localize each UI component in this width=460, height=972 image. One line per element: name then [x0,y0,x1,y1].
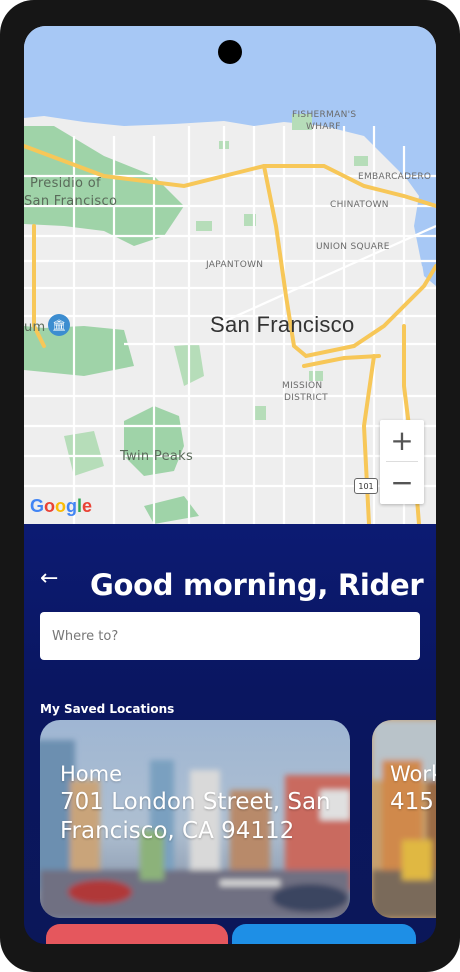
map-label-museum: um [24,320,46,335]
saved-locations-title: My Saved Locations [40,702,175,716]
front-camera [218,40,242,64]
action-button-blue[interactable] [232,924,416,944]
bottom-panel: ← Good morning, Rider My Saved Locations [24,524,436,944]
museum-pin-icon[interactable]: 🏛 [48,314,70,336]
where-to-input[interactable] [40,612,420,660]
route-shield-icon: 101 [354,478,378,494]
zoom-controls: + − [380,420,424,504]
google-logo: Google [30,496,93,516]
zoom-out-button[interactable]: − [380,462,424,502]
back-arrow-icon[interactable]: ← [40,566,58,591]
map-view[interactable]: FISHERMAN'S WHARF EMBARCADERO CHINATOWN … [24,26,436,524]
map-label-district: DISTRICT [284,393,328,403]
map-label-japantown: JAPANTOWN [206,260,264,270]
map-canvas [24,26,436,524]
map-label-chinatown: CHINATOWN [330,200,389,210]
map-label-mission: MISSION [282,381,323,391]
map-label-union-square: UNION SQUARE [316,242,390,252]
saved-location-name: Work [390,762,436,786]
map-label-wharf: WHARF [306,122,341,132]
saved-location-name: Home [60,762,123,786]
saved-location-address: 701 London Street, San Francisco, CA 941… [60,789,331,844]
zoom-in-button[interactable]: + [380,420,424,460]
action-button-red[interactable] [46,924,228,944]
card-background-image [372,720,436,918]
app-screen: FISHERMAN'S WHARF EMBARCADERO CHINATOWN … [24,26,436,944]
greeting-title: Good morning, Rider [90,568,424,602]
saved-location-card-work[interactable]: Work 415 Fran [372,720,436,918]
map-label-presidio-sf: San Francisco [24,194,118,209]
map-label-embarcadero: EMBARCADERO [358,172,432,182]
map-label-presidio: Presidio of [30,176,101,191]
saved-location-card-home[interactable]: Home 701 London Street, San Francisco, C… [40,720,350,918]
map-label-city: San Francisco [210,312,355,337]
saved-location-address: 415 Fran [390,789,436,815]
map-label-fishermans-wharf: FISHERMAN'S [292,110,357,120]
map-label-twin-peaks: Twin Peaks [120,449,194,464]
phone-frame: FISHERMAN'S WHARF EMBARCADERO CHINATOWN … [0,0,460,972]
